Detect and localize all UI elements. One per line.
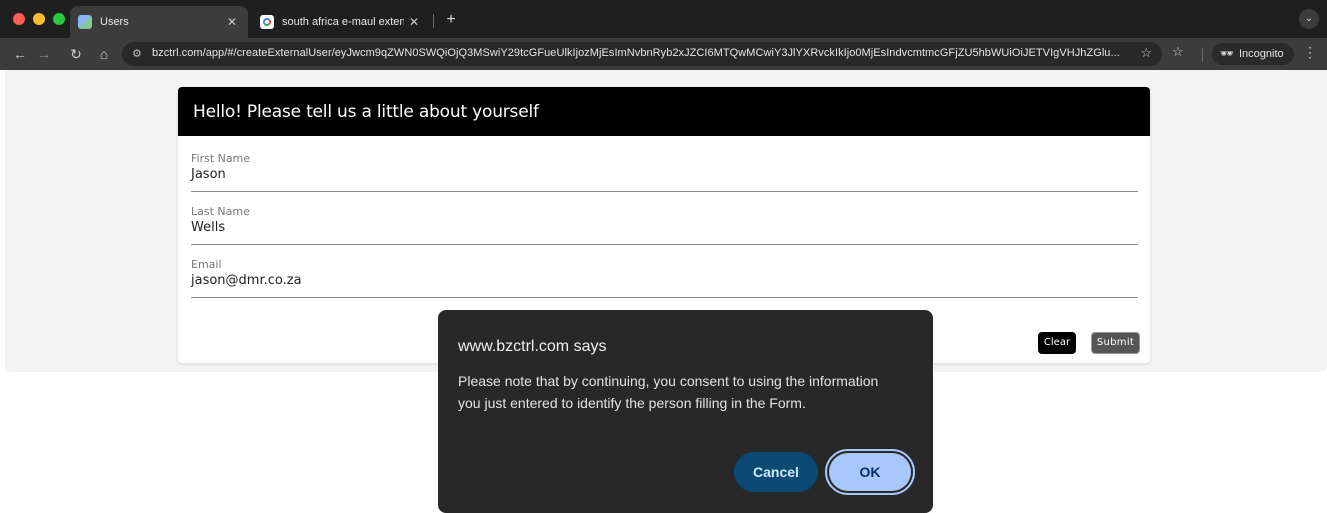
incognito-icon: 🕶 bbox=[1220, 48, 1234, 60]
email-field[interactable]: Email jason@dmr.co.za bbox=[191, 258, 1138, 298]
ok-button-label[interactable]: OK bbox=[829, 453, 911, 491]
incognito-badge[interactable]: 🕶 Incognito bbox=[1212, 43, 1294, 65]
cancel-button[interactable]: Cancel bbox=[734, 452, 818, 492]
arrow-right-icon[interactable]: → bbox=[34, 44, 54, 64]
window-maximize-button[interactable] bbox=[53, 13, 65, 25]
extension-icon[interactable]: ☆ bbox=[1172, 44, 1184, 60]
dialog-title: www.bzctrl.com says bbox=[458, 338, 607, 355]
tab-google-search[interactable]: south africa e-maul extension ✕ bbox=[252, 6, 430, 38]
toolbar-divider bbox=[1202, 48, 1203, 62]
users-favicon-icon bbox=[78, 15, 92, 29]
new-tab-plus-icon[interactable]: + bbox=[440, 9, 462, 31]
tab-users[interactable]: Users ✕ bbox=[70, 6, 248, 38]
google-favicon-icon bbox=[260, 15, 274, 29]
url-text[interactable]: bzctrl.com/app/#/createExternalUser/eyJw… bbox=[152, 47, 1120, 59]
consent-dialog: www.bzctrl.com says Please note that by … bbox=[438, 310, 933, 513]
tune-icon[interactable]: ⚙ bbox=[132, 47, 142, 60]
window-minimize-button[interactable] bbox=[33, 13, 45, 25]
last-name-field[interactable]: Last Name Wells bbox=[191, 205, 1138, 245]
browser-tab-bar: Users ✕ south africa e-maul extension ✕ … bbox=[0, 0, 1327, 38]
arrow-left-icon[interactable]: ← bbox=[10, 44, 30, 64]
email-input[interactable]: jason@dmr.co.za bbox=[191, 273, 302, 288]
tab-search-chevron-icon[interactable]: ⌄ bbox=[1299, 9, 1319, 29]
address-bar[interactable]: ⚙ bzctrl.com/app/#/createExternalUser/ey… bbox=[122, 42, 1162, 66]
home-icon[interactable]: ⌂ bbox=[94, 44, 114, 64]
dialog-message: Please note that by continuing, you cons… bbox=[458, 373, 879, 411]
form-header: Hello! Please tell us a little about you… bbox=[178, 87, 1150, 136]
tab-divider bbox=[433, 14, 434, 28]
first-name-field[interactable]: First Name Jason bbox=[191, 152, 1138, 192]
kebab-menu-icon[interactable]: ⋮ bbox=[1302, 44, 1318, 61]
close-icon[interactable]: ✕ bbox=[404, 15, 424, 29]
reload-icon[interactable]: ↻ bbox=[66, 44, 86, 64]
last-name-label: Last Name bbox=[191, 205, 250, 218]
clear-button[interactable]: Clear bbox=[1038, 332, 1076, 354]
submit-button[interactable]: Submit bbox=[1091, 332, 1140, 354]
first-name-input[interactable]: Jason bbox=[191, 167, 226, 182]
star-icon[interactable]: ☆ bbox=[1140, 45, 1152, 61]
first-name-label: First Name bbox=[191, 152, 251, 165]
browser-toolbar: ← → ↻ ⌂ ⚙ bzctrl.com/app/#/createExterna… bbox=[0, 38, 1327, 70]
window-close-button[interactable] bbox=[13, 13, 25, 25]
incognito-label: Incognito bbox=[1238, 48, 1284, 60]
ok-button[interactable]: OK bbox=[825, 449, 915, 495]
last-name-input[interactable]: Wells bbox=[191, 220, 225, 235]
tab-title: Users bbox=[100, 16, 129, 28]
close-icon[interactable]: ✕ bbox=[222, 15, 242, 29]
tab-title: south africa e-maul extension bbox=[282, 16, 404, 28]
email-label: Email bbox=[191, 258, 222, 271]
